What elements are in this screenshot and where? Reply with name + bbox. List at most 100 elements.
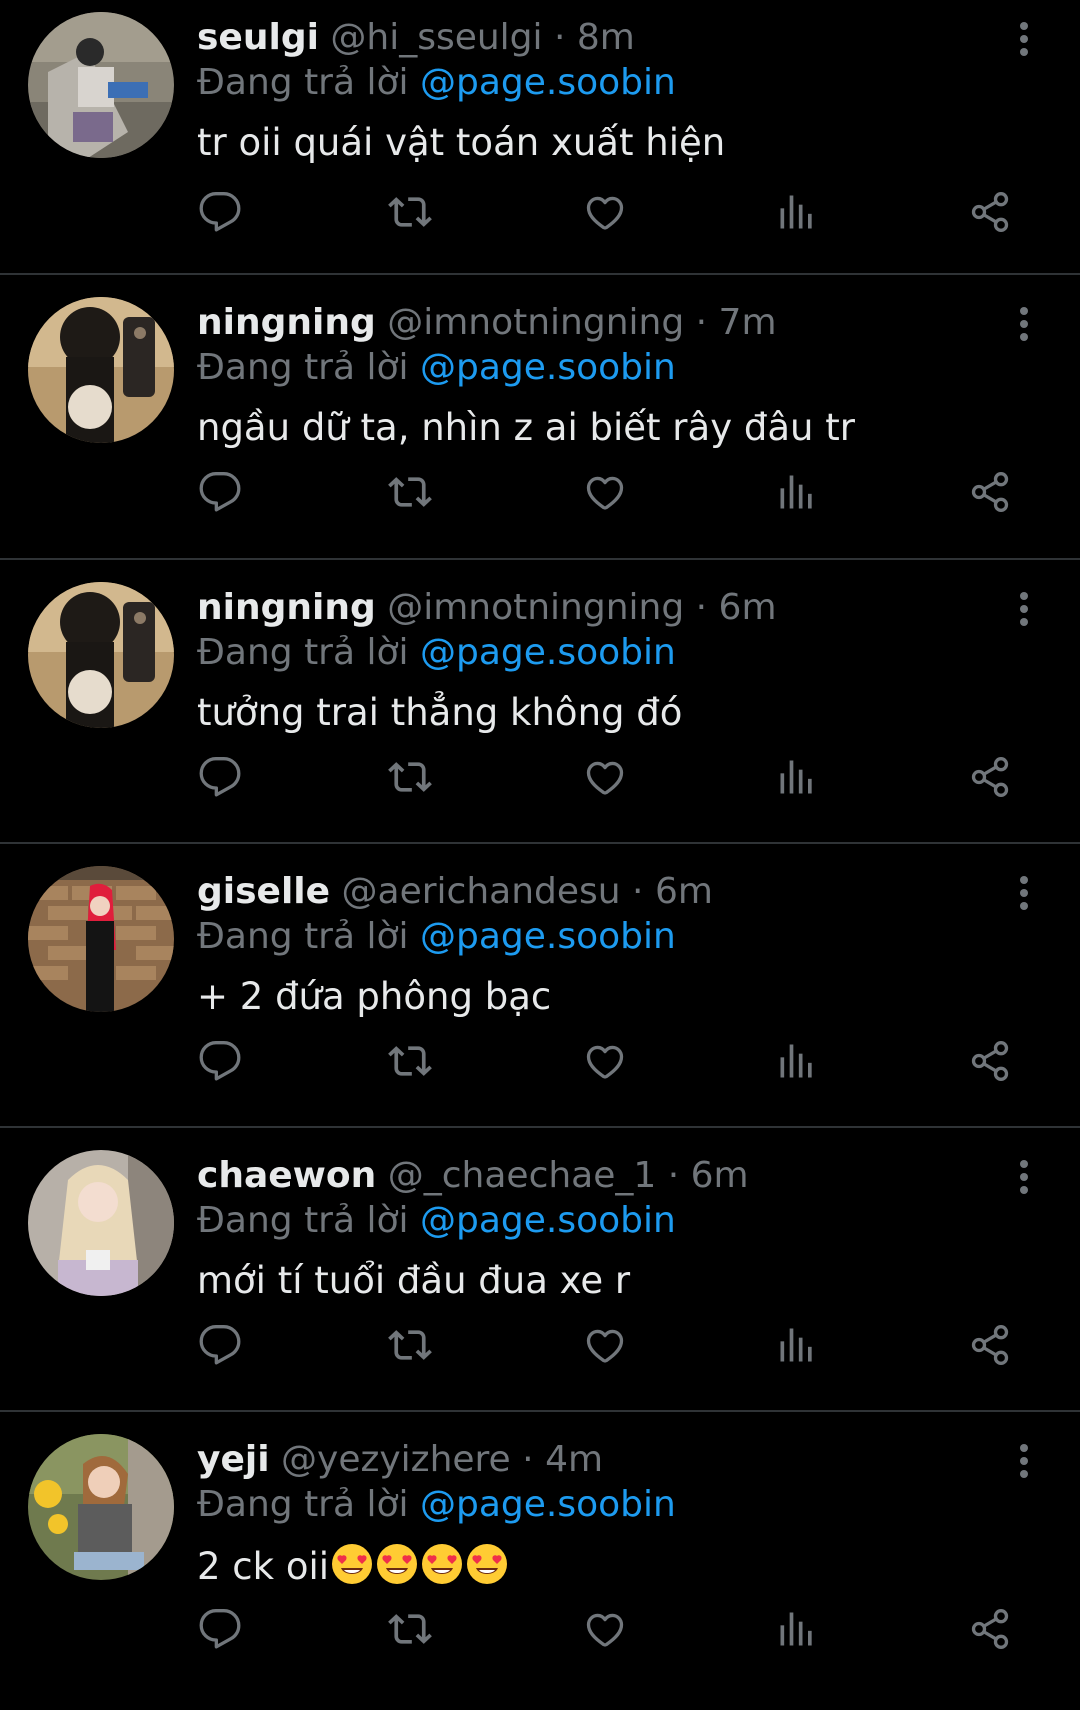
- reply-header: ningning @imnotningning · 6m: [197, 586, 990, 630]
- reply-header: chaewon @_chaechae_1 · 6m: [197, 1154, 990, 1198]
- share-icon[interactable]: [968, 190, 1012, 234]
- retweet-icon[interactable]: [388, 470, 432, 514]
- views-icon[interactable]: [775, 190, 819, 234]
- reply-item[interactable]: yeji @yezyizhere · 4m Đang trả lời @page…: [0, 1412, 1080, 1710]
- replying-prefix: Đang trả lời: [197, 1484, 409, 1525]
- avatar[interactable]: [28, 297, 174, 443]
- mention-link[interactable]: @page.soobin: [420, 62, 676, 103]
- avatar-photo: [28, 1150, 174, 1296]
- share-icon[interactable]: [968, 755, 1012, 799]
- user-handle[interactable]: @hi_sseulgi: [330, 17, 542, 58]
- avatar[interactable]: [28, 1434, 174, 1580]
- reply-content: ningning @imnotningning · 7m Đang trả lờ…: [197, 301, 990, 451]
- reply-item[interactable]: ningning @imnotningning · 7m Đang trả lờ…: [0, 275, 1080, 560]
- views-icon[interactable]: [775, 1323, 819, 1367]
- reply-header: seulgi @hi_sseulgi · 8m: [197, 16, 990, 60]
- action-bar: [198, 1323, 1014, 1367]
- views-icon[interactable]: [775, 1039, 819, 1083]
- timestamp[interactable]: 6m: [719, 587, 777, 628]
- avatar[interactable]: [28, 866, 174, 1012]
- more-options-icon[interactable]: [1014, 22, 1034, 62]
- user-handle[interactable]: @_chaechae_1: [388, 1155, 657, 1196]
- reply-item[interactable]: seulgi @hi_sseulgi · 8m Đang trả lời @pa…: [0, 0, 1080, 275]
- user-handle[interactable]: @yezyizhere: [281, 1439, 511, 1480]
- views-icon[interactable]: [775, 470, 819, 514]
- replying-prefix: Đang trả lời: [197, 1200, 409, 1241]
- share-icon[interactable]: [968, 470, 1012, 514]
- retweet-icon[interactable]: [388, 755, 432, 799]
- reply-icon[interactable]: [198, 190, 242, 234]
- reply-text: 2 ck oii: [197, 1542, 990, 1590]
- more-options-icon[interactable]: [1014, 1160, 1034, 1200]
- reply-text: + 2 đứa phông bạc: [197, 975, 552, 1018]
- timestamp[interactable]: 6m: [655, 871, 713, 912]
- reply-item[interactable]: chaewon @_chaechae_1 · 6m Đang trả lời @…: [0, 1128, 1080, 1412]
- reply-item[interactable]: ningning @imnotningning · 6m Đang trả lờ…: [0, 560, 1080, 844]
- action-bar: [198, 755, 1014, 799]
- reply-icon[interactable]: [198, 1323, 242, 1367]
- share-icon[interactable]: [968, 1039, 1012, 1083]
- mention-link[interactable]: @page.soobin: [420, 347, 676, 388]
- more-options-icon[interactable]: [1014, 876, 1034, 916]
- display-name[interactable]: giselle: [197, 871, 330, 912]
- action-bar: [198, 1607, 1014, 1651]
- like-icon[interactable]: [583, 1607, 627, 1651]
- mention-link[interactable]: @page.soobin: [420, 916, 676, 957]
- user-handle[interactable]: @imnotningning: [387, 302, 684, 343]
- like-icon[interactable]: [583, 470, 627, 514]
- share-icon[interactable]: [968, 1323, 1012, 1367]
- like-icon[interactable]: [583, 1323, 627, 1367]
- mention-link[interactable]: @page.soobin: [420, 632, 676, 673]
- replying-to: Đang trả lời @page.soobin: [197, 914, 990, 960]
- display-name[interactable]: chaewon: [197, 1155, 376, 1196]
- reply-icon[interactable]: [198, 470, 242, 514]
- avatar-photo: [28, 866, 174, 1012]
- avatar-photo: [28, 297, 174, 443]
- reply-icon[interactable]: [198, 1039, 242, 1083]
- more-options-icon[interactable]: [1014, 592, 1034, 632]
- display-name[interactable]: ningning: [197, 587, 376, 628]
- avatar-photo: [28, 1434, 174, 1580]
- heart-eyes-emoji-icon: [330, 1542, 374, 1586]
- user-handle[interactable]: @aerichandesu: [342, 871, 621, 912]
- timestamp[interactable]: 8m: [577, 17, 635, 58]
- reply-header: yeji @yezyizhere · 4m: [197, 1438, 990, 1482]
- replying-prefix: Đang trả lời: [197, 632, 409, 673]
- reply-content: chaewon @_chaechae_1 · 6m Đang trả lời @…: [197, 1154, 990, 1304]
- display-name[interactable]: ningning: [197, 302, 376, 343]
- share-icon[interactable]: [968, 1607, 1012, 1651]
- reply-icon[interactable]: [198, 1607, 242, 1651]
- mention-link[interactable]: @page.soobin: [420, 1200, 676, 1241]
- more-options-icon[interactable]: [1014, 1444, 1034, 1484]
- reply-text: tr oii quái vật toán xuất hiện: [197, 121, 726, 164]
- timestamp[interactable]: 6m: [691, 1155, 749, 1196]
- reply-text: ngầu dữ ta, nhìn z ai biết rây đâu tr: [197, 406, 855, 449]
- reply-icon[interactable]: [198, 755, 242, 799]
- views-icon[interactable]: [775, 755, 819, 799]
- replying-to: Đang trả lời @page.soobin: [197, 60, 990, 106]
- separator-dot: ·: [695, 587, 708, 628]
- reply-content: seulgi @hi_sseulgi · 8m Đang trả lời @pa…: [197, 16, 990, 166]
- like-icon[interactable]: [583, 1039, 627, 1083]
- reply-header: giselle @aerichandesu · 6m: [197, 870, 990, 914]
- retweet-icon[interactable]: [388, 190, 432, 234]
- like-icon[interactable]: [583, 755, 627, 799]
- avatar[interactable]: [28, 582, 174, 728]
- avatar-photo: [28, 12, 174, 158]
- retweet-icon[interactable]: [388, 1039, 432, 1083]
- retweet-icon[interactable]: [388, 1323, 432, 1367]
- avatar[interactable]: [28, 1150, 174, 1296]
- timestamp[interactable]: 4m: [545, 1439, 603, 1480]
- timestamp[interactable]: 7m: [719, 302, 777, 343]
- more-options-icon[interactable]: [1014, 307, 1034, 347]
- avatar[interactable]: [28, 12, 174, 158]
- heart-eyes-emoji-icon: [465, 1542, 509, 1586]
- mention-link[interactable]: @page.soobin: [420, 1484, 676, 1525]
- display-name[interactable]: yeji: [197, 1439, 270, 1480]
- display-name[interactable]: seulgi: [197, 17, 319, 58]
- views-icon[interactable]: [775, 1607, 819, 1651]
- like-icon[interactable]: [583, 190, 627, 234]
- reply-item[interactable]: giselle @aerichandesu · 6m Đang trả lời …: [0, 844, 1080, 1128]
- retweet-icon[interactable]: [388, 1607, 432, 1651]
- user-handle[interactable]: @imnotningning: [387, 587, 684, 628]
